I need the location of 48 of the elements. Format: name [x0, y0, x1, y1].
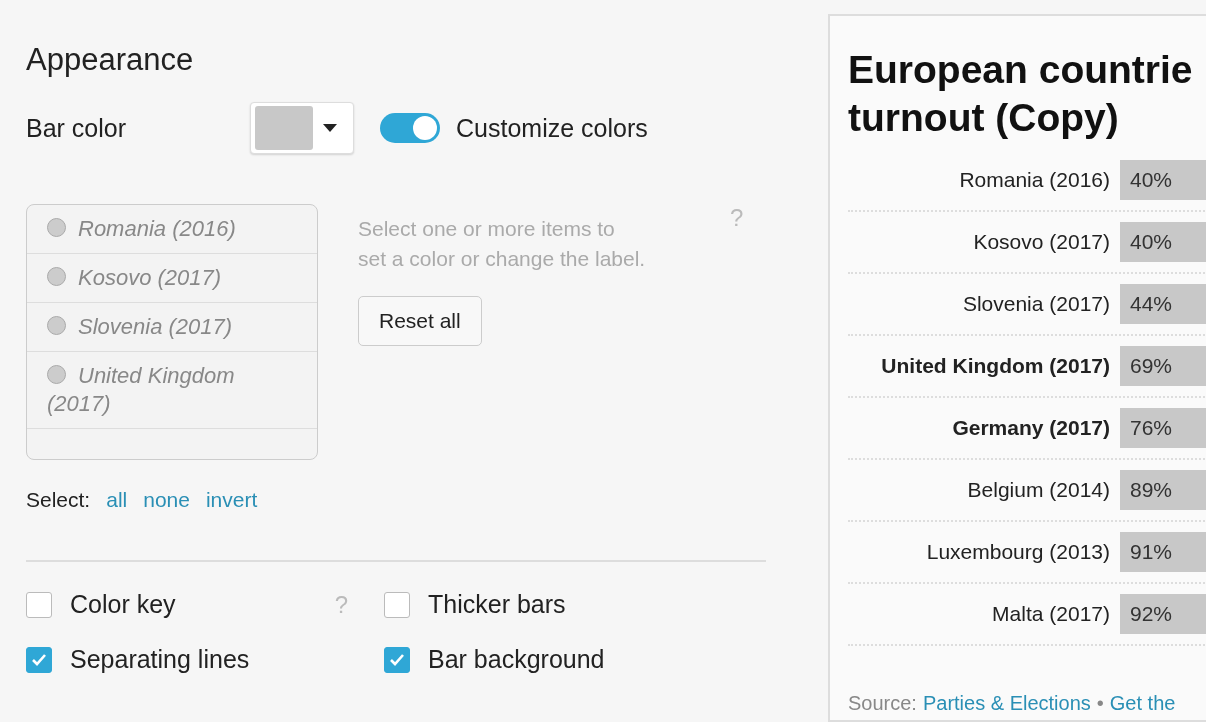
list-item[interactable]: Romania (2016) [27, 205, 317, 255]
select-link[interactable]: invert [205, 488, 258, 513]
value-label: 89% [1130, 478, 1173, 502]
chart-title: turnout (Copy) [848, 95, 1120, 141]
list-item[interactable]: Slovenia (2017) [27, 303, 317, 353]
bar-label: Romania (2016) [958, 168, 1111, 192]
bar-label: Belgium (2014) [966, 478, 1111, 502]
bar-label: Kosovo (2017) [972, 230, 1111, 254]
bar-color-label: Bar color [26, 113, 127, 143]
toggle-switch[interactable] [380, 113, 441, 144]
checkbox-label: Bar background [428, 645, 605, 675]
bar-label: Malta (2017) [991, 602, 1111, 626]
checkbox-label: Separating lines [70, 645, 250, 675]
checkbox[interactable] [384, 591, 410, 618]
source-link[interactable]: Parties & Elections [922, 692, 1091, 715]
value-label: 92% [1130, 602, 1173, 626]
hint-text: Select one or more items to set a color or change the label. [358, 216, 647, 273]
bar-label: Slovenia (2017) [961, 292, 1111, 316]
select-label: Select: [26, 488, 91, 513]
source-link[interactable]: Get the [1109, 692, 1176, 715]
checkbox[interactable] [384, 646, 410, 673]
toggle-label: Customize colors [456, 113, 648, 143]
value-label: 44% [1130, 292, 1173, 316]
checkbox-label: Thicker bars [428, 590, 566, 620]
value-label: 91% [1130, 540, 1173, 564]
bar-label: Luxembourg (2013) [925, 540, 1111, 564]
value-label: 40% [1130, 230, 1173, 254]
list-item[interactable]: Kosovo (2017) [27, 254, 317, 304]
select-link[interactable]: all [106, 488, 128, 513]
select-link[interactable]: none [143, 488, 190, 513]
list-item[interactable]: United Kingdom (2017) [27, 352, 317, 430]
value-label: 40% [1130, 168, 1173, 192]
bar-label: Germany (2017) [951, 416, 1111, 440]
caret-icon [323, 124, 338, 133]
chart-title: European countrie [848, 47, 1194, 93]
value-label: 69% [1130, 354, 1173, 378]
checkbox[interactable] [26, 591, 52, 618]
source-label: Source: [848, 692, 917, 715]
section-title: Appearance [26, 41, 195, 79]
help-icon[interactable]: ? [334, 590, 348, 619]
color-picker[interactable] [250, 102, 355, 155]
checkbox[interactable] [26, 646, 52, 673]
reset-button[interactable]: Reset all [358, 296, 482, 347]
separator: • [1096, 692, 1104, 715]
bar-label: United Kingdom (2017) [880, 354, 1111, 378]
help-icon[interactable]: ? [730, 204, 744, 461]
checkbox-label: Color key [70, 590, 176, 620]
value-label: 76% [1130, 416, 1173, 440]
